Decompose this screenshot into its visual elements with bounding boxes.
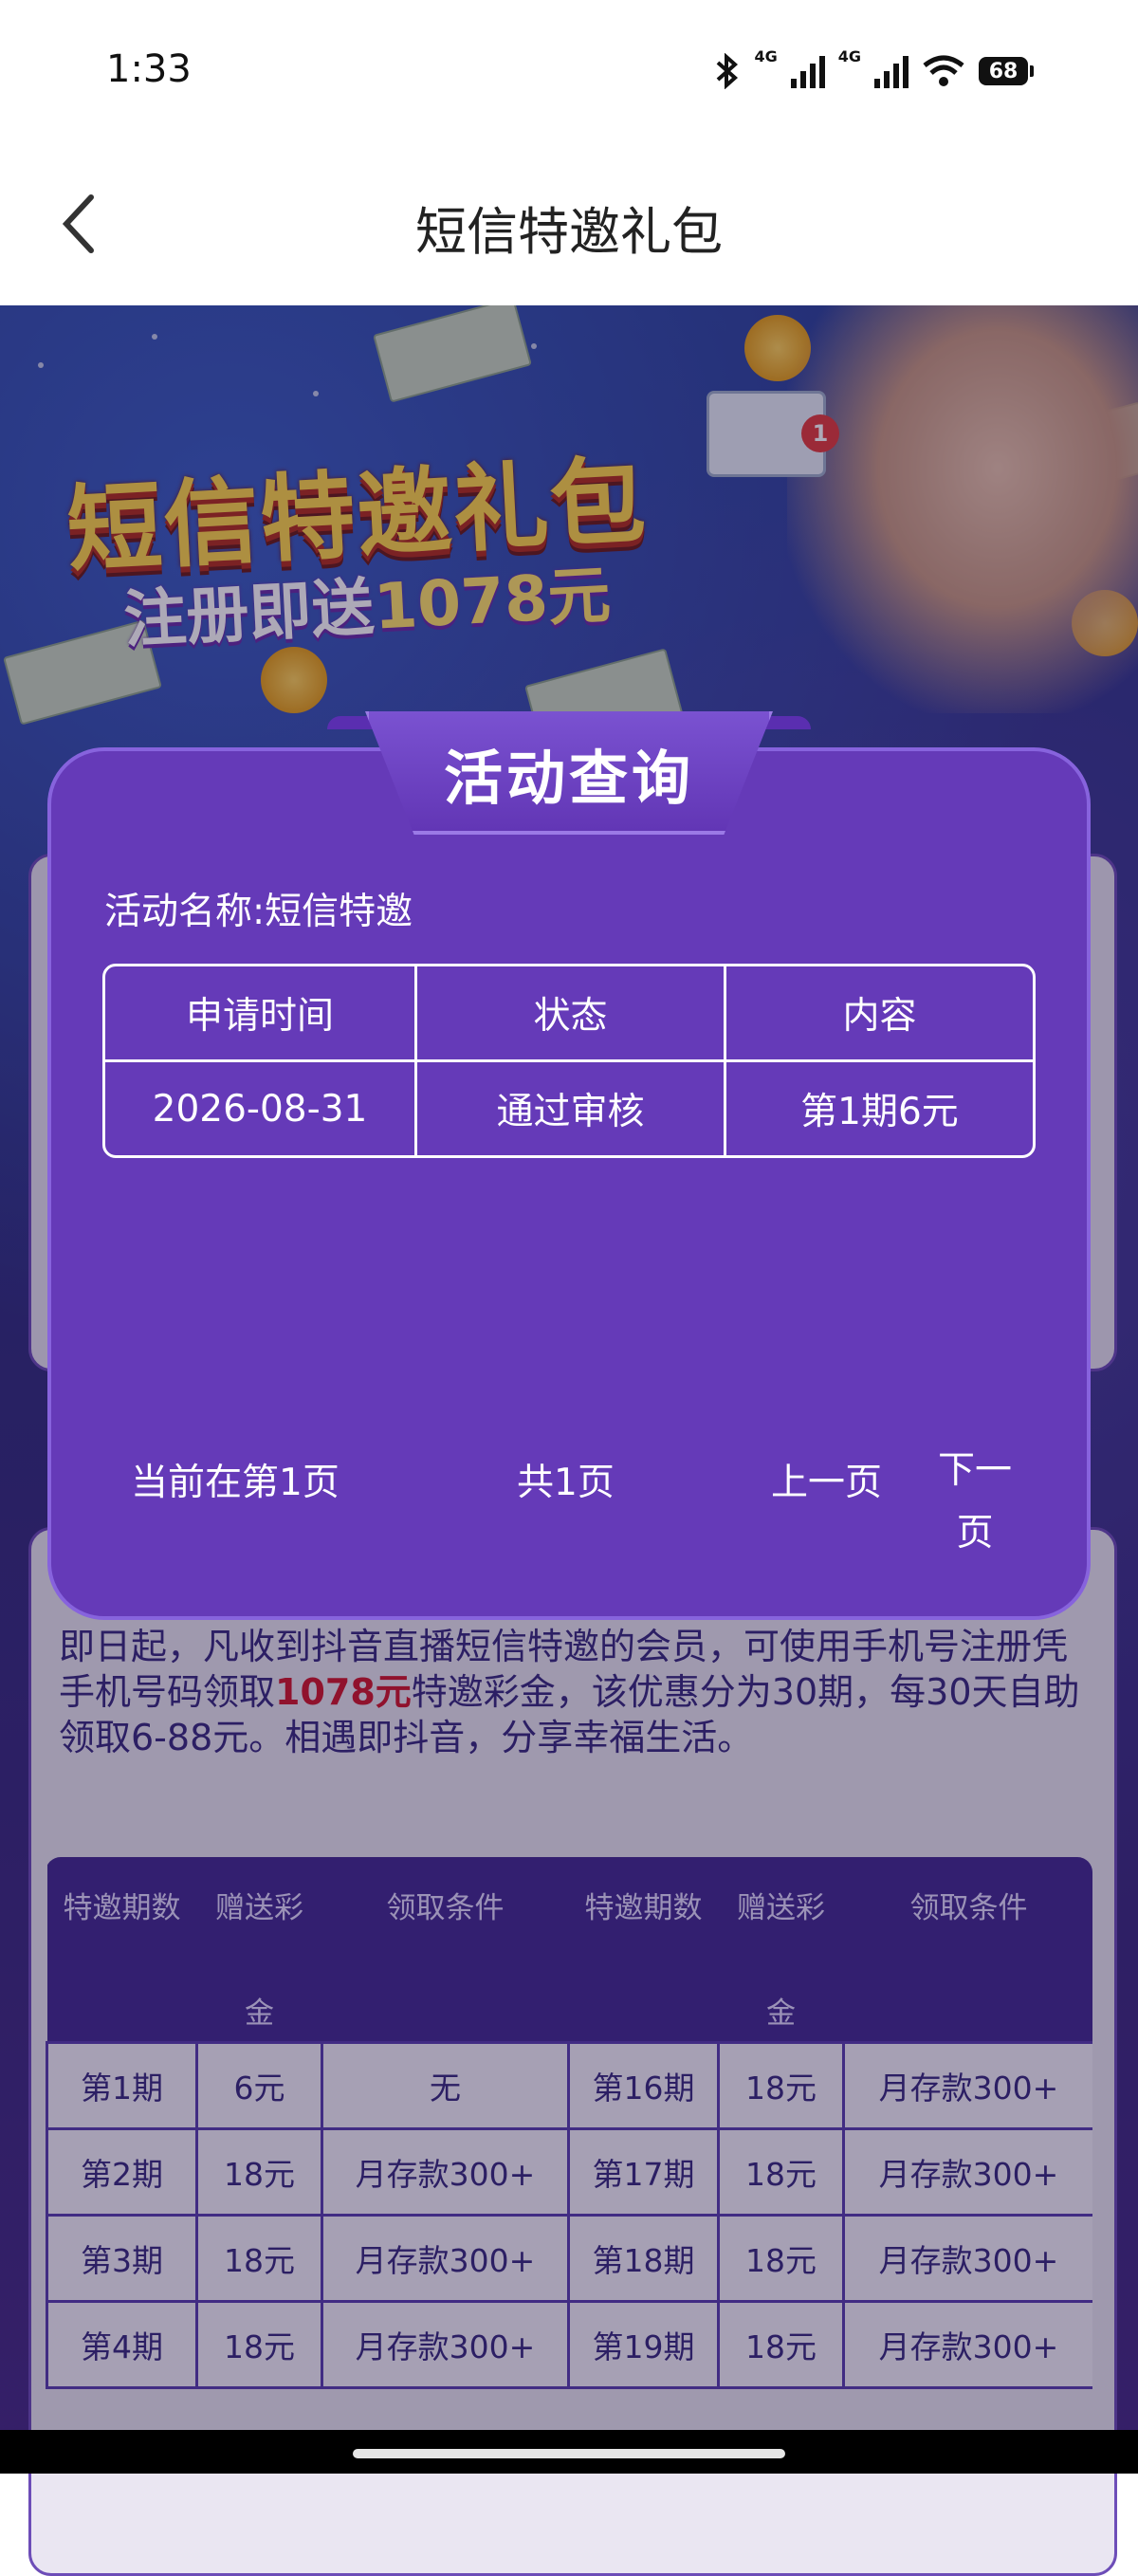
network-type-label: 4G [754,47,778,65]
home-indicator[interactable] [353,2449,785,2458]
modal-title: 活动查询 [443,744,694,813]
query-col-header: 状态 [414,966,724,1062]
content-cell: 第1期6元 [724,1062,1033,1155]
query-table: 申请时间 状态 内容 2026-08-31 通过审核 第1期6元 [102,964,1036,1158]
status-time: 1:33 [106,47,192,91]
bluetooth-icon [717,53,739,89]
query-col-header: 内容 [724,966,1033,1062]
current-page-label: 当前在第1页 [131,1462,340,1504]
network-type-label: 4G [837,47,861,65]
prev-page-button[interactable]: 上一页 [771,1453,882,1506]
page-title: 短信特邀礼包 [415,202,723,262]
app-header: 短信特邀礼包 [0,152,1138,305]
status-bar: 1:33 4G 4G 68 [0,0,1138,152]
status-icons: 4G 4G 68 [714,47,1034,95]
activity-name: 活动名称:短信特邀 [104,891,413,933]
wifi-icon [923,55,964,86]
table-row: 2026-08-31 通过审核 第1期6元 [105,1062,1033,1155]
battery-icon: 68 [979,57,1034,85]
status-cell: 通过审核 [414,1062,724,1155]
battery-level: 68 [979,57,1028,85]
next-page-button[interactable]: 下一页 [923,1440,1027,1565]
signal-icon [790,54,825,88]
query-col-header: 申请时间 [105,966,414,1062]
apply-time-cell: 2026-08-31 [152,1087,368,1131]
pagination: 当前在第1页 共1页 上一页 下一页 [47,1442,1091,1555]
signal-icon [874,54,909,88]
total-pages-label: 共1页 [517,1462,615,1504]
